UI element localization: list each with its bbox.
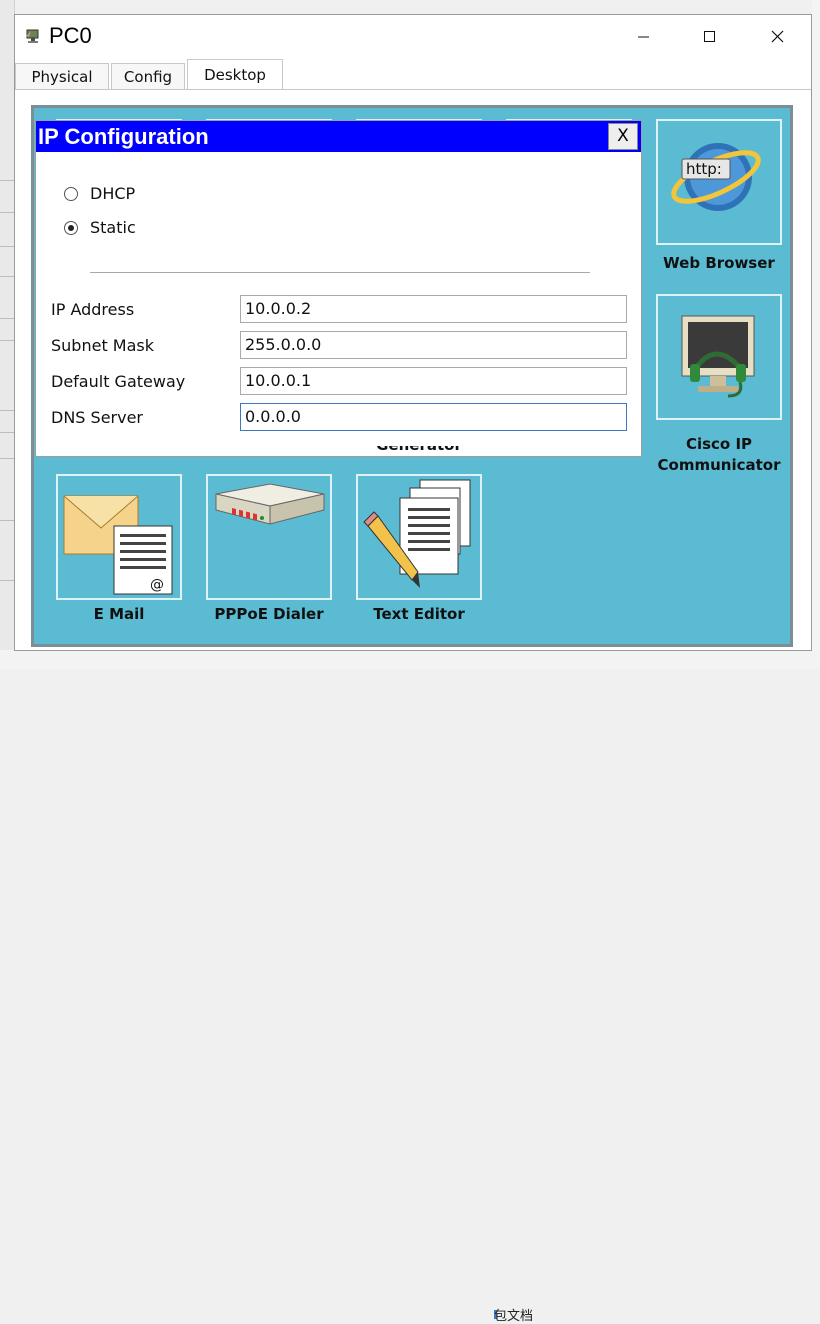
web-browser-tile: http: xyxy=(656,119,782,245)
cisco-ip-communicator-tile xyxy=(656,294,782,420)
dns-server-label: DNS Server xyxy=(51,408,143,427)
web-browser-icon: http: xyxy=(671,143,761,211)
maximize-icon xyxy=(704,31,715,42)
minimize-button[interactable] xyxy=(629,25,657,47)
dialog-title-bar[interactable]: IP Configuration X xyxy=(36,121,641,152)
maximize-button[interactable] xyxy=(695,25,723,47)
window-title: PC0 xyxy=(49,23,92,48)
dialog-close-button[interactable]: X xyxy=(608,123,638,150)
dialog-title: IP Configuration xyxy=(38,124,209,149)
cisco-ip-communicator-label: Cisco IP Communicator xyxy=(657,435,781,474)
ip-address-label: IP Address xyxy=(51,300,135,319)
hidden-app-label: Generator xyxy=(372,446,466,456)
tab-desktop[interactable]: Desktop xyxy=(187,59,283,90)
subnet-mask-input[interactable]: 255.0.0.0 xyxy=(240,331,627,359)
subnet-mask-label: Subnet Mask xyxy=(51,336,155,355)
dns-server-input[interactable]: 0.0.0.0 xyxy=(240,403,627,431)
ip-address-input[interactable]: 10.0.0.2 xyxy=(240,295,627,323)
pppoe-dialer-tile xyxy=(206,474,332,600)
background-app-sidebar xyxy=(0,0,15,669)
background-app-bottom: 包文档 xyxy=(0,650,820,1324)
close-window-button[interactable] xyxy=(763,25,791,47)
text-editor-icon xyxy=(363,479,471,588)
svg-text:@: @ xyxy=(150,577,164,593)
background-bottom-text: 包文档 xyxy=(494,1309,534,1324)
dialer-icon xyxy=(215,483,325,525)
radio-unchecked-icon xyxy=(64,187,78,201)
static-radio-label: Static xyxy=(90,218,136,237)
text-editor-label: Text Editor xyxy=(373,605,465,623)
default-gateway-label: Default Gateway xyxy=(51,372,186,391)
pppoe-dialer-label: PPPoE Dialer xyxy=(214,605,324,623)
tab-bar: Physical Config Desktop xyxy=(15,59,811,90)
dhcp-radio-label: DHCP xyxy=(90,184,136,203)
tab-divider xyxy=(15,89,811,90)
email-tile: @ xyxy=(56,474,182,600)
default-gateway-input[interactable]: 10.0.0.1 xyxy=(240,367,627,395)
web-browser-app[interactable]: http: Web Browser xyxy=(656,119,782,284)
ip-configuration-dialog: IP Configuration X DHCP Static IP Addres… xyxy=(35,120,642,457)
svg-text:http:: http: xyxy=(686,160,722,178)
pppoe-dialer-app[interactable]: PPPoE Dialer xyxy=(206,474,332,624)
ip-phone-icon xyxy=(681,315,755,398)
web-browser-label: Web Browser xyxy=(663,254,775,272)
text-editor-tile xyxy=(356,474,482,600)
tab-physical[interactable]: Physical xyxy=(15,63,109,89)
minimize-icon xyxy=(638,36,649,38)
cisco-ip-communicator-app[interactable]: Cisco IP Communicator xyxy=(656,294,782,484)
email-icon: @ xyxy=(63,495,173,595)
text-editor-app[interactable]: Text Editor xyxy=(356,474,482,624)
radio-checked-icon xyxy=(64,221,78,235)
email-app[interactable]: @ E Mail xyxy=(56,474,182,624)
close-icon xyxy=(771,30,784,43)
packet-tracer-pc-icon xyxy=(25,27,43,45)
title-bar[interactable]: PC0 xyxy=(15,15,811,59)
email-label: E Mail xyxy=(93,605,145,623)
tab-config[interactable]: Config xyxy=(111,63,185,89)
divider xyxy=(90,272,590,273)
background-app-edge xyxy=(812,0,820,669)
